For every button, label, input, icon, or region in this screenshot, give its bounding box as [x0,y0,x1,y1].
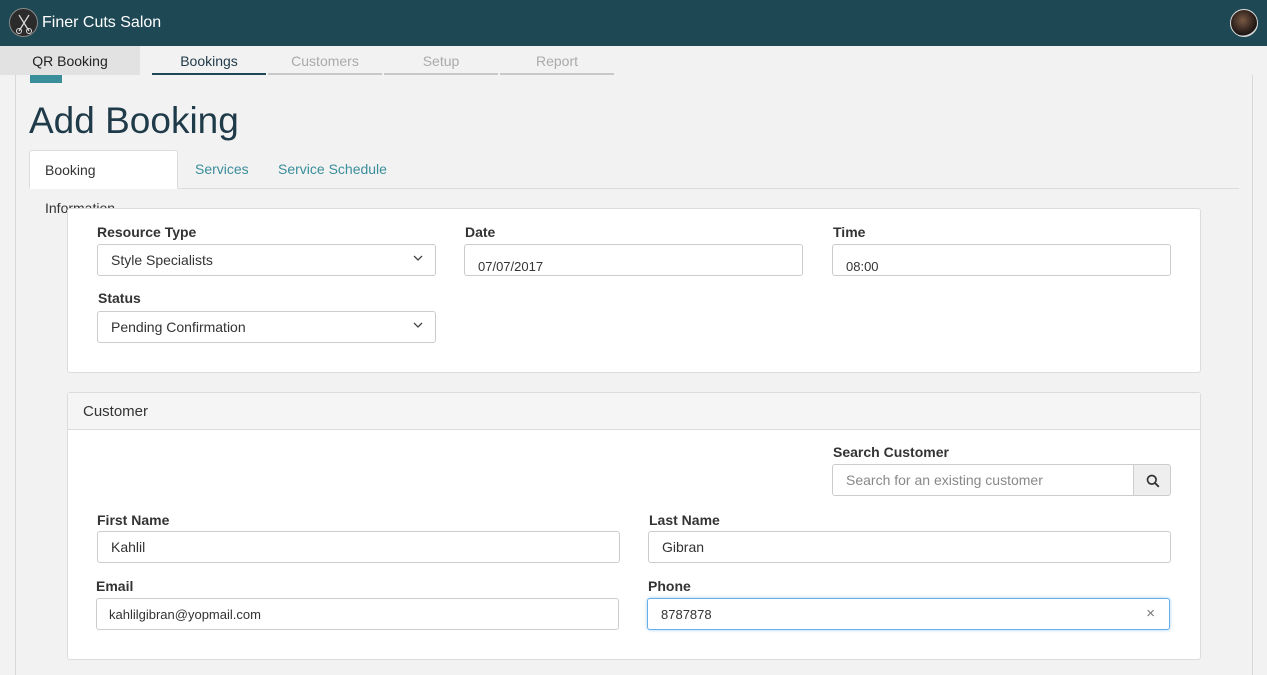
nav-indicator [30,75,62,83]
main-nav: QR Booking Bookings Customers Setup Repo… [0,46,1267,75]
page-title: Add Booking [29,100,239,141]
chevron-down-icon [413,322,423,328]
app-title: Finer Cuts Salon [42,14,162,31]
nav-qr-booking[interactable]: QR Booking [0,46,140,75]
tab-service-schedule[interactable]: Service Schedule [263,150,402,189]
date-input[interactable]: 07/07/2017 [464,244,803,276]
nav-customers[interactable]: Customers [268,46,382,75]
phone-value: 8787878 [661,607,712,622]
customer-panel-heading: Customer [68,393,1200,430]
last-name-value: Gibran [662,539,705,555]
time-value: 08:00 [846,259,879,274]
resource-type-select[interactable]: Style Specialists [97,244,436,276]
status-label: Status [98,290,141,306]
clear-icon[interactable]: × [1146,599,1155,629]
nav-bookings[interactable]: Bookings [152,46,266,75]
search-icon [1146,474,1160,488]
booking-info-panel [67,208,1201,373]
search-customer-input[interactable]: Search for an existing customer [832,464,1134,496]
phone-label: Phone [648,578,691,594]
app-header: Finer Cuts Salon [0,0,1267,46]
last-name-input[interactable]: Gibran [648,531,1171,563]
chevron-down-icon [413,255,423,261]
search-customer-group: Search for an existing customer [832,464,1171,496]
time-input[interactable]: 08:00 [832,244,1171,276]
tab-services[interactable]: Services [180,150,264,189]
email-input[interactable]: kahlilgibran@yopmail.com [96,598,619,630]
first-name-label: First Name [97,512,170,528]
search-customer-label: Search Customer [833,444,949,460]
search-button[interactable] [1133,464,1171,496]
scissors-logo-icon[interactable] [9,8,38,37]
email-value: kahlilgibran@yopmail.com [109,607,261,622]
resource-type-value: Style Specialists [111,252,213,268]
user-avatar[interactable] [1230,9,1258,37]
status-value: Pending Confirmation [111,319,246,335]
first-name-value: Kahlil [111,539,146,555]
nav-setup[interactable]: Setup [384,46,498,75]
first-name-input[interactable]: Kahlil [97,531,620,563]
status-select[interactable]: Pending Confirmation [97,311,436,343]
tab-booking-information[interactable]: Booking Information [29,150,178,216]
email-label: Email [96,578,134,594]
nav-report[interactable]: Report [500,46,614,75]
date-value: 07/07/2017 [478,259,544,274]
time-label: Time [833,224,866,240]
last-name-label: Last Name [649,512,720,528]
resource-type-label: Resource Type [97,224,197,240]
date-label: Date [465,224,496,240]
phone-input[interactable]: 8787878 × [647,598,1170,630]
